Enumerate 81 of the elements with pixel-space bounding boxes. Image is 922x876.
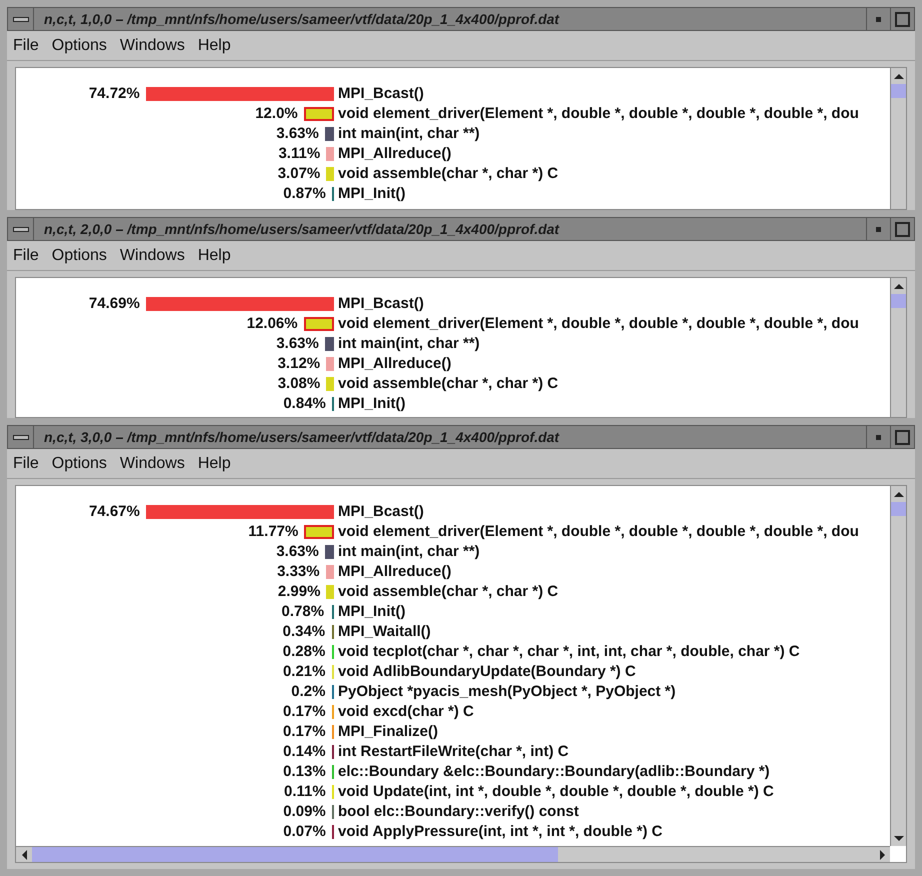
vertical-scrollbar[interactable]: [890, 278, 906, 417]
menu-item[interactable]: Help: [198, 34, 231, 58]
menu-item[interactable]: File: [13, 34, 39, 58]
function-name[interactable]: MPI_Init(): [338, 392, 406, 416]
percent-label: 11.77%: [248, 522, 298, 542]
percent-label: 0.17%: [283, 702, 326, 722]
function-name[interactable]: void tecplot(char *, char *, char *, int, int, char *, double, char *) C: [338, 640, 800, 664]
percent-label: 2.99%: [278, 582, 320, 602]
percent-label: 12.06%: [246, 314, 298, 334]
percent-label: 3.08%: [278, 374, 320, 394]
percent-label: 0.21%: [282, 662, 326, 682]
percent-label: 0.13%: [283, 762, 326, 782]
scroll-thumb[interactable]: [32, 847, 558, 862]
menu-item[interactable]: Help: [198, 452, 231, 476]
percent-label: 0.14%: [283, 742, 326, 762]
window-title: n,c,t, 3,0,0 – /tmp_mnt/nfs/home/users/sameer/vtf/data/20p_1_4x400/pprof.dat: [44, 428, 560, 447]
percent-label: 0.84%: [283, 394, 326, 414]
percent-label: 0.34%: [282, 622, 326, 642]
window-title: n,c,t, 1,0,0 – /tmp_mnt/nfs/home/users/sameer/vtf/data/20p_1_4x400/pprof.dat: [44, 10, 560, 29]
percent-label: 3.63%: [276, 124, 319, 144]
menu-item[interactable]: Options: [52, 34, 107, 58]
percent-label: 0.11%: [284, 782, 326, 802]
percent-label: 0.09%: [283, 802, 326, 822]
scroll-thumb[interactable]: [891, 294, 906, 308]
function-name[interactable]: void element_driver(Element *, double *, double *, double *, double *, dou: [338, 520, 859, 544]
function-name[interactable]: MPI_Bcast(): [338, 82, 424, 106]
function-name[interactable]: void AdlibBoundaryUpdate(Boundary *) C: [338, 660, 636, 684]
percent-label: 3.33%: [277, 562, 320, 582]
menu-item[interactable]: File: [13, 452, 39, 476]
vertical-scrollbar[interactable]: [890, 486, 906, 846]
percent-label: 3.07%: [278, 164, 320, 184]
function-name[interactable]: MPI_Allreduce(): [338, 560, 452, 584]
function-name[interactable]: MPI_Allreduce(): [338, 142, 452, 166]
menu-item[interactable]: Windows: [120, 244, 185, 268]
function-name[interactable]: MPI_Init(): [338, 182, 406, 206]
menu-item[interactable]: Windows: [120, 34, 185, 58]
percent-label: 74.67%: [88, 502, 140, 522]
function-name[interactable]: MPI_Waitall(): [338, 620, 431, 644]
function-name[interactable]: int main(int, char **): [338, 540, 480, 564]
percent-label: 0.28%: [282, 642, 326, 662]
function-name[interactable]: elc::Boundary &elc::Boundary::Boundary(adlib::Boundary *): [338, 760, 770, 784]
percent-label: 12.0%: [255, 104, 298, 124]
function-name[interactable]: void excd(char *) C: [338, 700, 474, 724]
function-name[interactable]: void assemble(char *, char *) C: [338, 580, 558, 604]
percent-label: 74.69%: [88, 294, 140, 314]
menu-item[interactable]: Help: [198, 244, 231, 268]
function-name[interactable]: int main(int, char **): [338, 332, 480, 356]
function-name[interactable]: void ApplyPressure(int, int *, int *, double *) C: [338, 820, 662, 844]
function-name[interactable]: MPI_Finalize(): [338, 720, 438, 744]
percent-label: 3.11%: [278, 144, 320, 164]
percent-label: 3.12%: [278, 354, 320, 374]
menu-item[interactable]: Windows: [120, 452, 185, 476]
percent-label: 3.63%: [276, 542, 319, 562]
function-name[interactable]: void element_driver(Element *, double *, double *, double *, double *, dou: [338, 102, 859, 126]
percent-label: 0.78%: [282, 602, 324, 622]
horizontal-scrollbar[interactable]: [16, 846, 890, 862]
percent-label: 0.87%: [283, 184, 326, 204]
function-name[interactable]: MPI_Bcast(): [338, 500, 424, 524]
percent-label: 74.72%: [88, 84, 140, 104]
window-title: n,c,t, 2,0,0 – /tmp_mnt/nfs/home/users/sameer/vtf/data/20p_1_4x400/pprof.dat: [44, 220, 560, 239]
percent-label: 3.63%: [276, 334, 319, 354]
function-name[interactable]: MPI_Allreduce(): [338, 352, 452, 376]
percent-label: 0.2%: [291, 682, 326, 702]
percent-label: 0.07%: [283, 822, 326, 842]
function-name[interactable]: void element_driver(Element *, double *, double *, double *, double *, dou: [338, 312, 859, 336]
menu-item[interactable]: File: [13, 244, 39, 268]
function-name[interactable]: void assemble(char *, char *) C: [338, 162, 558, 186]
scroll-thumb[interactable]: [891, 502, 906, 516]
percent-label: 0.17%: [283, 722, 326, 742]
menu-item[interactable]: Options: [52, 244, 107, 268]
scroll-thumb[interactable]: [891, 84, 906, 98]
function-name[interactable]: PyObject *pyacis_mesh(PyObject *, PyObject *): [338, 680, 676, 704]
function-name[interactable]: MPI_Init(): [338, 600, 406, 624]
function-name[interactable]: bool elc::Boundary::verify() const: [338, 800, 579, 824]
menu-item[interactable]: Options: [52, 452, 107, 476]
function-name[interactable]: void assemble(char *, char *) C: [338, 372, 558, 396]
function-name[interactable]: void Update(int, int *, double *, double *, double *, double *) C: [338, 780, 774, 804]
function-name[interactable]: MPI_Bcast(): [338, 292, 424, 316]
function-name[interactable]: int main(int, char **): [338, 122, 480, 146]
vertical-scrollbar[interactable]: [890, 68, 906, 209]
function-name[interactable]: int RestartFileWrite(char *, int) C: [338, 740, 569, 764]
